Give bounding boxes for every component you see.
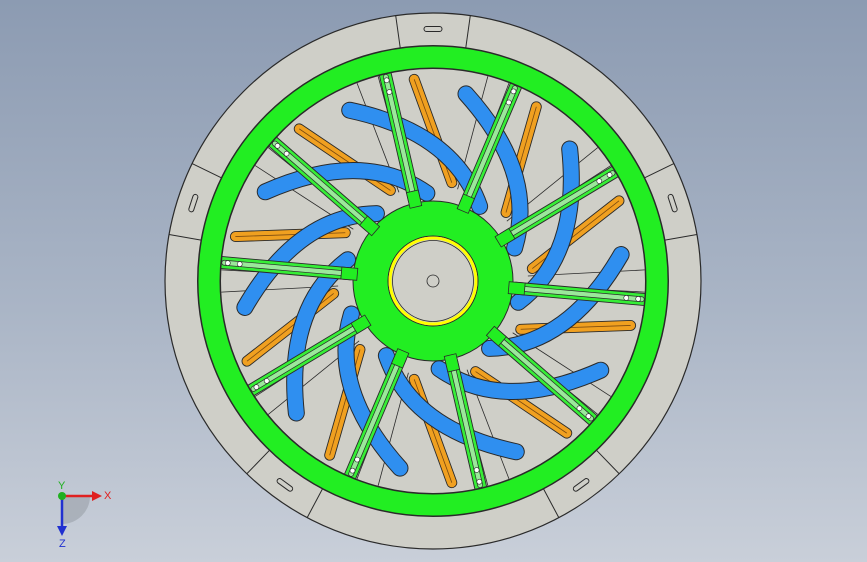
- spoke-hole: [236, 261, 243, 267]
- x-axis-arrow: [92, 491, 102, 501]
- y-axis-dot: [58, 492, 66, 500]
- hub-lug-body: [507, 281, 526, 296]
- graphics-viewport[interactable]: [0, 0, 867, 562]
- triad-shade: [62, 496, 90, 524]
- spoke-hole: [623, 295, 630, 301]
- hub-lug-body: [340, 266, 359, 281]
- x-axis-label: X: [104, 490, 112, 502]
- center-hole: [426, 274, 440, 288]
- z-axis-arrow: [57, 526, 67, 536]
- y-axis-label: Y: [58, 480, 66, 492]
- hub-lug: [507, 281, 526, 296]
- spoke-hole: [224, 260, 231, 266]
- z-axis-label: Z: [59, 538, 66, 550]
- wheel-model[interactable]: [164, 12, 702, 550]
- axis-triad: X Y Z: [57, 480, 112, 550]
- spoke-hole: [635, 296, 642, 302]
- hub-lug: [340, 266, 359, 281]
